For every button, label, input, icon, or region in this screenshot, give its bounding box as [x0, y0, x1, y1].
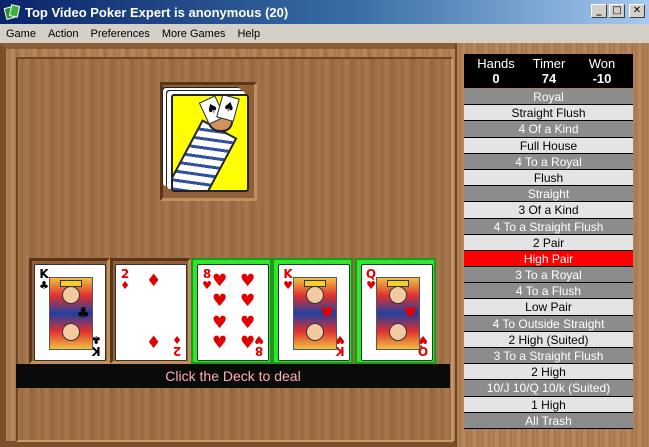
pay-row: 2 Pair — [464, 234, 633, 251]
maximize-button[interactable]: □ — [609, 4, 625, 18]
pay-row: Flush — [464, 169, 633, 187]
card-corner-index: 2 ♦ — [171, 333, 183, 358]
card-pip-icon: ♦ — [146, 333, 162, 353]
deck-card-back[interactable] — [171, 94, 249, 192]
card-pip-icon: ♥ — [240, 271, 256, 291]
pay-row: 2 High (Suited) — [464, 331, 633, 348]
playing-card[interactable]: 8 ♥ 8 ♥ ♥ ♥ ♥ ♥ ♥ ♥ ♥ ♥ — [197, 264, 269, 361]
menu-more-games[interactable]: More Games — [156, 28, 232, 40]
pay-row: 10/J 10/Q 10/k (Suited) — [464, 380, 633, 397]
app-cards-icon[interactable] — [3, 4, 21, 20]
court-figure-icon: ♥ — [293, 277, 337, 350]
pay-row: Straight — [464, 186, 633, 203]
card-corner-index: 2 ♦ — [119, 268, 131, 292]
pay-row: 4 Of a Kind — [464, 121, 633, 138]
card-pip-icon: ♥ — [240, 333, 256, 353]
pay-row: All Trash — [464, 412, 633, 429]
card-pip-icon: ♥ — [240, 313, 256, 333]
pay-row: 4 To a Straight Flush — [464, 218, 633, 235]
stats-panel: Hands 0 Timer 74 Won -10 — [464, 54, 633, 88]
pay-row: 3 Of a Kind — [464, 202, 633, 219]
minimize-button[interactable]: _ — [591, 4, 607, 18]
card-slot-1[interactable]: K ♣ K ♣ ♣ — [29, 258, 110, 364]
pay-row: 2 High — [464, 364, 633, 381]
card-suit-icon: ♥ — [403, 304, 417, 322]
won-label: Won — [588, 56, 616, 71]
card-pip-icon: ♥ — [212, 271, 228, 291]
hands-label: Hands — [477, 56, 515, 71]
card-slot-4[interactable]: K ♥ K ♥ ♥ — [272, 258, 353, 364]
deck[interactable] — [160, 82, 257, 201]
pay-row: Full House — [464, 137, 633, 154]
card-slot-2[interactable]: 2 ♦ 2 ♦ ♦ ♦ — [110, 258, 191, 364]
card-pip-icon: ♥ — [212, 333, 228, 353]
card-slot-3[interactable]: 8 ♥ 8 ♥ ♥ ♥ ♥ ♥ ♥ ♥ ♥ ♥ — [191, 258, 272, 364]
title-bar: Top Video Poker Expert is anonymous (20)… — [0, 0, 649, 24]
card-rank: 2 — [172, 344, 182, 358]
pay-row: High Pair — [464, 250, 633, 268]
menu-preferences[interactable]: Preferences — [85, 28, 156, 40]
pay-row: 4 To Outside Straight — [464, 315, 633, 332]
close-button[interactable]: ✕ — [629, 4, 645, 18]
playing-card[interactable]: K ♥ K ♥ ♥ — [278, 264, 350, 361]
pay-row: 4 To a Flush — [464, 283, 633, 300]
card-suit-icon: ♣ — [76, 304, 90, 322]
pay-row: 3 To a Royal — [464, 267, 633, 284]
pay-row: 3 To a Straight Flush — [464, 348, 633, 365]
pay-row: Royal — [464, 89, 633, 106]
card-pip-icon: ♥ — [212, 313, 228, 333]
card-pip-icon: ♥ — [240, 291, 256, 311]
card-suit-icon: ♦ — [172, 333, 182, 346]
hands-value: 0 — [492, 71, 500, 86]
timer-label: Timer — [532, 56, 566, 71]
card-pip-icon: ♥ — [212, 291, 228, 311]
won-value: -10 — [592, 71, 612, 86]
pay-row: 4 To a Royal — [464, 153, 633, 170]
menu-game[interactable]: Game — [0, 28, 42, 40]
card-rank: 8 — [254, 344, 264, 358]
menu-help[interactable]: Help — [231, 28, 266, 40]
card-pip-icon: ♦ — [146, 271, 162, 291]
playing-card[interactable]: Q ♥ Q ♥ ♥ — [361, 264, 433, 361]
timer-value: 74 — [541, 71, 557, 86]
playing-card[interactable]: K ♣ K ♣ ♣ — [34, 264, 106, 361]
hand-ranking-table: Royal Straight Flush 4 Of a Kind Full House… — [464, 89, 633, 429]
window-title: Top Video Poker Expert is anonymous (20) — [25, 4, 289, 20]
playing-card[interactable]: 2 ♦ 2 ♦ ♦ ♦ — [115, 264, 187, 361]
menu-bar: Game Action Preferences More Games Help — [0, 24, 649, 43]
menu-action[interactable]: Action — [42, 28, 85, 40]
status-message: Click the Deck to deal — [16, 364, 450, 388]
pay-row: Low Pair — [464, 299, 633, 316]
card-slot-5[interactable]: Q ♥ Q ♥ ♥ — [355, 258, 436, 364]
court-figure-icon: ♥ — [376, 277, 420, 350]
court-figure-icon: ♣ — [49, 277, 93, 350]
pay-row: Straight Flush — [464, 105, 633, 122]
card-suit-icon: ♥ — [320, 304, 334, 322]
pay-row: 1 High — [464, 396, 633, 413]
card-suit-icon: ♦ — [120, 279, 130, 292]
